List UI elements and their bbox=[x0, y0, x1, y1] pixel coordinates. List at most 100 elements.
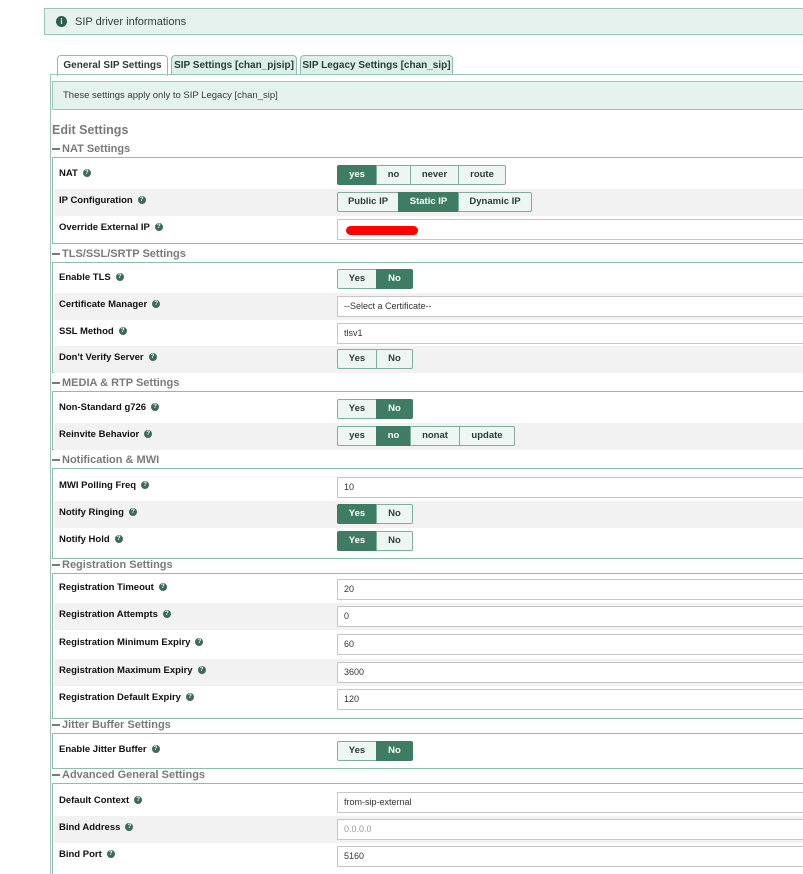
reg-min-expiry-label: Registration Minimum Expiry bbox=[59, 637, 191, 648]
bind-port-input[interactable]: 5160 bbox=[337, 846, 803, 867]
enable-jitter-yes-button[interactable]: Yes bbox=[337, 741, 377, 761]
nat-never-button[interactable]: never bbox=[410, 165, 459, 185]
help-icon[interactable]: ? bbox=[148, 353, 157, 362]
section-header-tls[interactable]: TLS/SSL/SRTP Settings bbox=[52, 248, 186, 260]
reg-min-expiry-row: Registration Minimum Expiry? 60 bbox=[54, 631, 803, 658]
nat-yes-button[interactable]: yes bbox=[337, 165, 377, 185]
dont-verify-server-options: Yes No bbox=[337, 349, 413, 369]
bind-address-input[interactable]: 0.0.0.0 bbox=[337, 819, 803, 840]
help-icon[interactable]: ? bbox=[152, 300, 161, 309]
enable-tls-options: Yes No bbox=[337, 269, 413, 289]
nat-options: yes no never route bbox=[337, 165, 506, 185]
reg-max-expiry-input[interactable]: 3600 bbox=[337, 662, 803, 683]
reg-attempts-label: Registration Attempts bbox=[59, 609, 158, 620]
help-icon[interactable]: ? bbox=[128, 508, 137, 517]
section-header-notification[interactable]: Notification & MWI bbox=[52, 454, 159, 466]
notify-ringing-options: Yes No bbox=[337, 504, 413, 524]
reg-min-expiry-input[interactable]: 60 bbox=[337, 634, 803, 655]
bind-address-row: Bind Address? 0.0.0.0 bbox=[54, 816, 803, 843]
help-icon[interactable]: ? bbox=[141, 481, 150, 490]
section-header-registration[interactable]: Registration Settings bbox=[52, 559, 173, 571]
help-icon[interactable]: ? bbox=[118, 327, 127, 336]
dont-verify-no-button[interactable]: No bbox=[376, 349, 413, 369]
sip-driver-info-bar[interactable]: i SIP driver informations bbox=[44, 8, 803, 35]
help-icon[interactable]: ? bbox=[144, 430, 153, 439]
help-icon[interactable]: ? bbox=[195, 638, 204, 647]
collapse-icon bbox=[52, 253, 60, 256]
certificate-manager-select[interactable]: --Select a Certificate-- bbox=[337, 296, 803, 317]
jitter-settings-group: Enable Jitter Buffer? Yes No bbox=[52, 733, 803, 769]
ssl-method-label: SSL Method bbox=[59, 326, 114, 337]
help-icon[interactable]: ? bbox=[115, 273, 124, 282]
section-header-advanced[interactable]: Advanced General Settings bbox=[52, 769, 205, 781]
collapse-icon bbox=[52, 459, 60, 462]
help-icon[interactable]: ? bbox=[185, 693, 194, 702]
mwi-polling-row: MWI Polling Freq? 10 bbox=[54, 474, 803, 501]
help-icon[interactable]: ? bbox=[154, 223, 163, 232]
section-header-jitter[interactable]: Jitter Buffer Settings bbox=[52, 719, 171, 731]
public-ip-button[interactable]: Public IP bbox=[337, 192, 399, 212]
tab-sip-settings-pjsip[interactable]: SIP Settings [chan_pjsip] bbox=[171, 55, 297, 75]
reg-timeout-input[interactable]: 20 bbox=[337, 579, 803, 600]
notify-hold-no-button[interactable]: No bbox=[376, 531, 413, 551]
g726-yes-button[interactable]: Yes bbox=[337, 399, 377, 419]
help-icon[interactable]: ? bbox=[151, 745, 160, 754]
enable-jitter-options: Yes No bbox=[337, 741, 413, 761]
g726-row: Non-Standard g726? Yes No bbox=[54, 396, 803, 423]
nat-route-button[interactable]: route bbox=[458, 165, 506, 185]
reinvite-behavior-row: Reinvite Behavior? yes no nonat update bbox=[54, 423, 803, 450]
help-icon[interactable]: ? bbox=[134, 796, 143, 805]
help-icon[interactable]: ? bbox=[137, 196, 146, 205]
help-icon[interactable]: ? bbox=[106, 850, 115, 859]
ssl-method-input[interactable]: tlsv1 bbox=[337, 323, 803, 344]
help-icon[interactable]: ? bbox=[82, 169, 91, 178]
mwi-polling-input[interactable]: 10 bbox=[337, 477, 803, 498]
reinvite-behavior-label: Reinvite Behavior bbox=[59, 429, 140, 440]
override-external-ip-input[interactable] bbox=[337, 219, 803, 240]
dynamic-ip-button[interactable]: Dynamic IP bbox=[458, 192, 532, 212]
notify-ringing-label: Notify Ringing bbox=[59, 507, 124, 518]
static-ip-button[interactable]: Static IP bbox=[398, 192, 459, 212]
notify-hold-yes-button[interactable]: Yes bbox=[337, 531, 377, 551]
g726-no-button[interactable]: No bbox=[376, 399, 413, 419]
reg-timeout-label: Registration Timeout bbox=[59, 582, 154, 593]
enable-tls-no-button[interactable]: No bbox=[376, 269, 413, 289]
help-icon[interactable]: ? bbox=[125, 823, 134, 832]
default-context-input[interactable]: from-sip-external bbox=[337, 792, 803, 813]
reg-default-expiry-input[interactable]: 120 bbox=[337, 689, 803, 710]
notify-hold-row: Notify Hold? Yes No bbox=[54, 528, 803, 555]
reinvite-no-button[interactable]: no bbox=[376, 426, 411, 446]
reg-attempts-input[interactable]: 0 bbox=[337, 606, 803, 627]
reg-max-expiry-label: Registration Maximum Expiry bbox=[59, 665, 193, 676]
enable-tls-yes-button[interactable]: Yes bbox=[337, 269, 377, 289]
enable-tls-label: Enable TLS bbox=[59, 272, 111, 283]
bind-port-label: Bind Port bbox=[59, 849, 102, 860]
help-icon[interactable]: ? bbox=[114, 535, 123, 544]
reinvite-update-button[interactable]: update bbox=[459, 426, 515, 446]
collapse-icon bbox=[52, 724, 60, 727]
collapse-icon bbox=[52, 564, 60, 567]
registration-settings-group: Registration Timeout? 20 Registration At… bbox=[52, 573, 803, 719]
enable-jitter-no-button[interactable]: No bbox=[376, 741, 413, 761]
reinvite-nonat-button[interactable]: nonat bbox=[410, 426, 460, 446]
section-header-nat[interactable]: NAT Settings bbox=[52, 143, 130, 155]
help-icon[interactable]: ? bbox=[162, 610, 171, 619]
help-icon[interactable]: ? bbox=[151, 403, 160, 412]
certificate-manager-label: Certificate Manager bbox=[59, 299, 148, 310]
nat-settings-group: NAT? yes no never route IP Configuration… bbox=[52, 157, 803, 244]
help-icon[interactable]: ? bbox=[197, 666, 206, 675]
reg-timeout-row: Registration Timeout? 20 bbox=[54, 576, 803, 603]
tab-sip-legacy-settings[interactable]: SIP Legacy Settings [chan_sip] bbox=[300, 55, 453, 75]
help-icon[interactable]: ? bbox=[158, 583, 167, 592]
notify-ringing-no-button[interactable]: No bbox=[376, 504, 413, 524]
default-context-row: Default Context? from-sip-external bbox=[54, 789, 803, 816]
section-header-media[interactable]: MEDIA & RTP Settings bbox=[52, 377, 179, 389]
redaction-mark bbox=[346, 226, 418, 235]
nat-no-button[interactable]: no bbox=[376, 165, 411, 185]
info-bar-text: SIP driver informations bbox=[75, 16, 187, 28]
notify-ringing-row: Notify Ringing? Yes No bbox=[54, 501, 803, 528]
dont-verify-yes-button[interactable]: Yes bbox=[337, 349, 377, 369]
tab-general-sip-settings[interactable]: General SIP Settings bbox=[57, 55, 168, 76]
reinvite-yes-button[interactable]: yes bbox=[337, 426, 377, 446]
notify-ringing-yes-button[interactable]: Yes bbox=[337, 504, 377, 524]
